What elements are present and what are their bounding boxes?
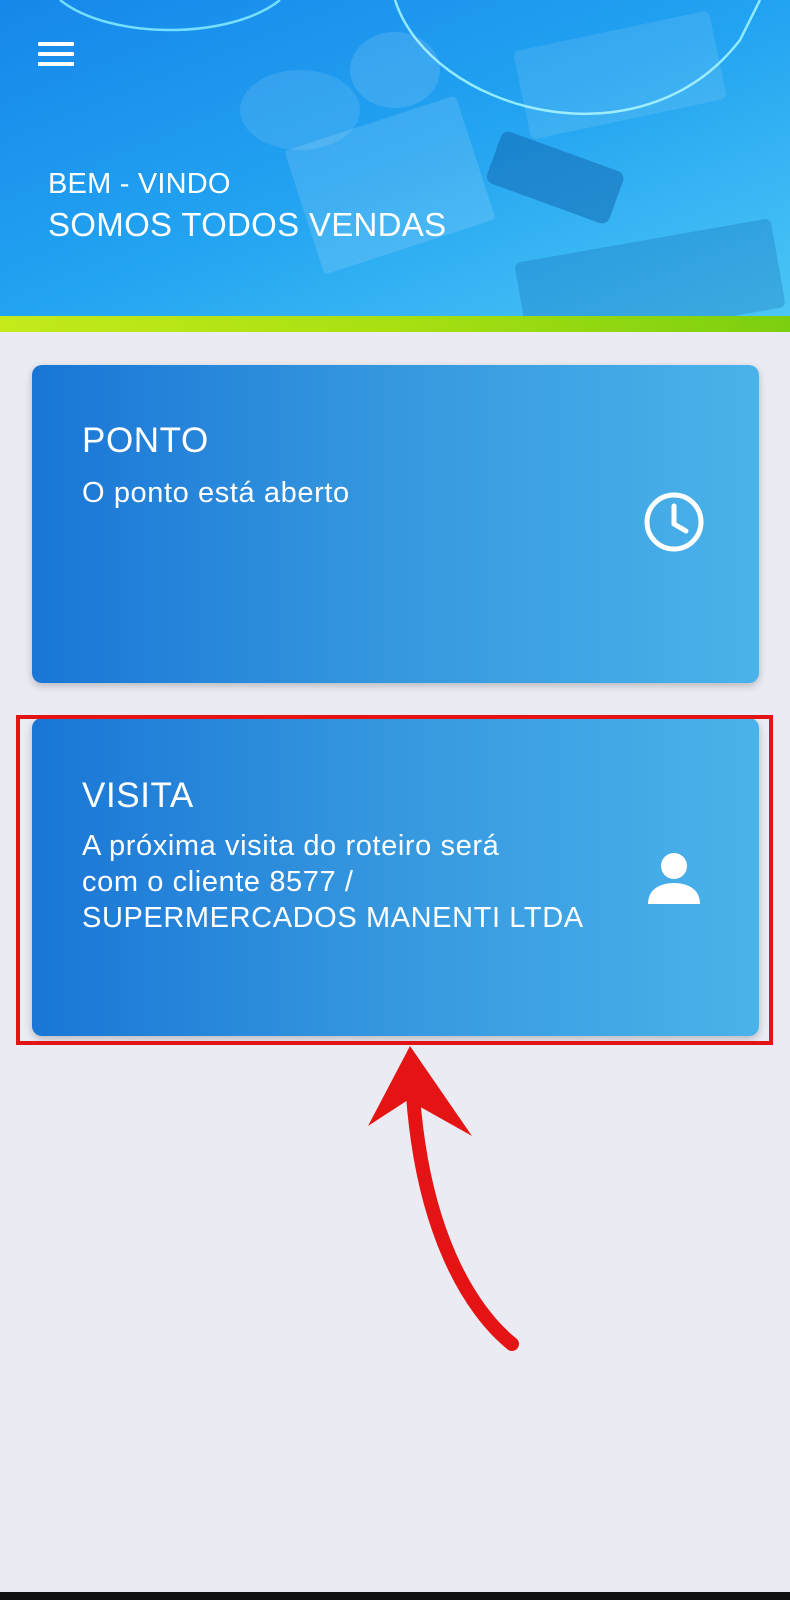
clock-icon: [644, 492, 704, 552]
welcome-text: BEM - VINDO: [48, 168, 231, 200]
visita-card-title: VISITA: [82, 776, 194, 815]
person-icon: [648, 853, 700, 904]
system-navigation-bar: [0, 1592, 790, 1600]
visita-card[interactable]: VISITA A próxima visita do roteiro será …: [32, 718, 759, 1036]
ponto-card-title: PONTO: [82, 421, 209, 460]
ponto-card[interactable]: PONTO O ponto está aberto: [32, 365, 759, 683]
menu-button[interactable]: [26, 28, 86, 80]
header-accent-bar: [0, 316, 790, 332]
hamburger-menu-icon-line: [38, 62, 74, 66]
header-background-image: [0, 0, 790, 316]
hamburger-menu-icon: [38, 42, 74, 46]
ponto-card-status: O ponto está aberto: [82, 477, 350, 509]
slogan-text: SOMOS TODOS VENDAS: [48, 206, 447, 243]
annotation-arrow: [368, 1046, 519, 1351]
header-banner: BEM - VINDO SOMOS TODOS VENDAS: [0, 0, 790, 316]
hamburger-menu-icon-line: [38, 52, 74, 56]
visita-card-description: A próxima visita do roteiro será com o c…: [82, 830, 584, 934]
